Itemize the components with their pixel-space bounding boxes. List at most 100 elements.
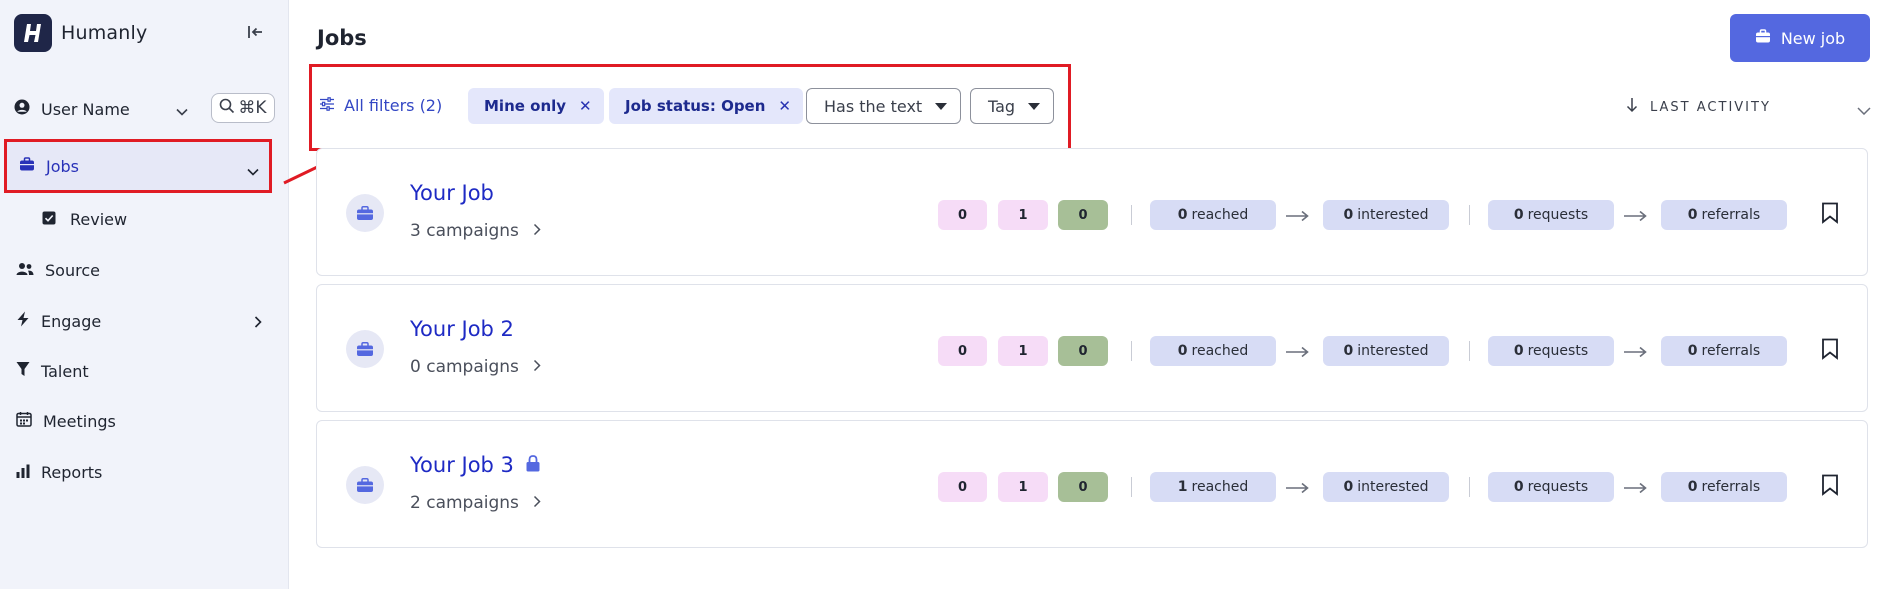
campaigns-link[interactable]: 2 campaigns xyxy=(410,493,541,513)
count-badge: 0 xyxy=(1058,472,1108,502)
interested-count: 0 xyxy=(1343,207,1354,223)
job-title: Your Job 2 xyxy=(410,317,514,341)
all-filters-button[interactable]: All filters (2) xyxy=(319,96,442,115)
humanly-logo-icon xyxy=(14,14,52,52)
user-menu[interactable]: User Name ⌘K xyxy=(14,93,276,123)
user-circle-icon xyxy=(14,99,30,119)
bookmark-icon[interactable] xyxy=(1821,338,1839,364)
lock-icon xyxy=(526,453,540,477)
interested-count: 0 xyxy=(1343,343,1354,359)
campaigns-link[interactable]: 0 campaigns xyxy=(410,357,541,377)
briefcase-icon xyxy=(346,466,384,504)
reached-label: reached xyxy=(1191,343,1249,359)
referrals-badge: 0 referrals xyxy=(1661,472,1787,502)
job-title: Your Job 3 xyxy=(410,453,514,477)
job-title-link[interactable]: Your Job 3 xyxy=(410,453,540,477)
job-title-link[interactable]: Your Job xyxy=(410,181,494,205)
requests-badge: 0 requests xyxy=(1488,472,1614,502)
divider xyxy=(1469,477,1470,497)
chevron-right-icon[interactable] xyxy=(254,313,262,332)
filter-chip-job-status: Job status: Open ✕ xyxy=(609,88,803,124)
filter-icon xyxy=(16,361,30,381)
command-search-button[interactable]: ⌘K xyxy=(211,93,275,123)
referrals-label: referrals xyxy=(1701,207,1761,223)
job-card: Your Job 3 2 campaigns 0 1 0 1 reached 0i… xyxy=(316,420,1868,548)
shortcut-label: ⌘K xyxy=(238,98,267,118)
sort-last-activity[interactable]: LAST ACTIVITY xyxy=(1626,97,1771,117)
referrals-count: 0 xyxy=(1687,343,1698,359)
reached-label: reached xyxy=(1191,479,1249,495)
checklist-icon xyxy=(42,210,56,229)
sliders-icon xyxy=(319,96,335,115)
filter-chip-label: Job status: Open xyxy=(625,97,766,115)
new-job-button[interactable]: New job xyxy=(1730,14,1870,62)
new-job-label: New job xyxy=(1780,28,1846,48)
count-badge: 1 xyxy=(998,336,1048,366)
brand[interactable]: Humanly xyxy=(14,14,147,52)
interested-badge: 0 interested xyxy=(1323,200,1449,230)
requests-count: 0 xyxy=(1513,343,1524,359)
collapse-sidebar-icon[interactable] xyxy=(246,22,266,42)
interested-label: interested xyxy=(1357,343,1429,359)
interested-count: 0 xyxy=(1343,479,1354,495)
sidebar-item-review[interactable]: Review xyxy=(42,203,242,235)
divider xyxy=(1131,477,1132,497)
chevron-right-icon xyxy=(533,357,541,377)
tag-dropdown[interactable]: Tag xyxy=(970,88,1055,124)
sidebar-item-meetings[interactable]: Meetings xyxy=(4,394,272,448)
reached-count: 0 xyxy=(1177,343,1188,359)
arrow-down-icon xyxy=(1626,97,1638,117)
page-title: Jobs xyxy=(317,26,367,50)
interested-badge: 0 interested xyxy=(1323,336,1449,366)
arrow-right-icon xyxy=(1624,207,1648,226)
count-badge: 1 xyxy=(998,472,1048,502)
count-badge: 0 xyxy=(938,336,987,366)
sidebar-item-jobs[interactable]: Jobs xyxy=(4,139,272,193)
bookmark-icon[interactable] xyxy=(1821,202,1839,228)
briefcase-icon xyxy=(19,156,35,176)
sort-label: LAST ACTIVITY xyxy=(1650,99,1771,115)
bar-chart-icon xyxy=(16,463,30,482)
sidebar-item-engage[interactable]: Engage xyxy=(4,294,272,348)
calendar-icon xyxy=(16,411,32,431)
divider xyxy=(1131,205,1132,225)
chevron-down-icon[interactable] xyxy=(1857,100,1871,119)
interested-label: interested xyxy=(1357,207,1429,223)
job-card: Your Job 3 campaigns 0 1 0 0 reached 0 int… xyxy=(316,148,1868,276)
sidebar-item-source[interactable]: Source xyxy=(4,243,272,297)
reached-count: 0 xyxy=(1177,207,1188,223)
reached-label: reached xyxy=(1191,207,1249,223)
interested-badge: 0 interested xyxy=(1323,472,1449,502)
referrals-label: referrals xyxy=(1701,343,1761,359)
bookmark-icon[interactable] xyxy=(1821,474,1839,500)
filter-chip-mine-only: Mine only ✕ xyxy=(468,88,604,124)
requests-badge: 0 requests xyxy=(1488,200,1614,230)
sidebar-item-label: Source xyxy=(45,260,100,280)
reached-count: 1 xyxy=(1177,479,1188,495)
referrals-badge: 0 referrals xyxy=(1661,200,1787,230)
job-title-link[interactable]: Your Job 2 xyxy=(410,317,514,341)
arrow-right-icon xyxy=(1624,343,1648,362)
campaigns-link[interactable]: 3 campaigns xyxy=(410,221,541,241)
sidebar-item-talent[interactable]: Talent xyxy=(4,344,272,398)
sidebar-item-label: Review xyxy=(70,209,128,229)
close-icon[interactable]: ✕ xyxy=(778,97,791,115)
close-icon[interactable]: ✕ xyxy=(579,97,592,115)
interested-label: interested xyxy=(1357,479,1429,495)
chevron-right-icon xyxy=(533,493,541,513)
arrow-right-icon xyxy=(1624,479,1648,498)
dropdown-label: Has the text xyxy=(824,96,923,116)
user-name: User Name xyxy=(41,99,130,119)
chevron-down-icon[interactable] xyxy=(247,161,259,180)
sidebar-item-reports[interactable]: Reports xyxy=(4,445,272,499)
sidebar: Humanly User Name ⌘K Jobs Review Source … xyxy=(0,0,289,589)
has-text-dropdown[interactable]: Has the text xyxy=(806,88,962,124)
brand-name: Humanly xyxy=(61,22,148,44)
chevron-down-icon[interactable] xyxy=(176,101,188,120)
reached-badge: 0 reached xyxy=(1150,200,1276,230)
campaigns-count: 2 campaigns xyxy=(410,493,519,513)
chevron-right-icon xyxy=(533,221,541,241)
dropdown-label: Tag xyxy=(988,96,1016,116)
sidebar-item-label: Talent xyxy=(41,361,89,381)
sidebar-item-label: Engage xyxy=(41,311,102,331)
